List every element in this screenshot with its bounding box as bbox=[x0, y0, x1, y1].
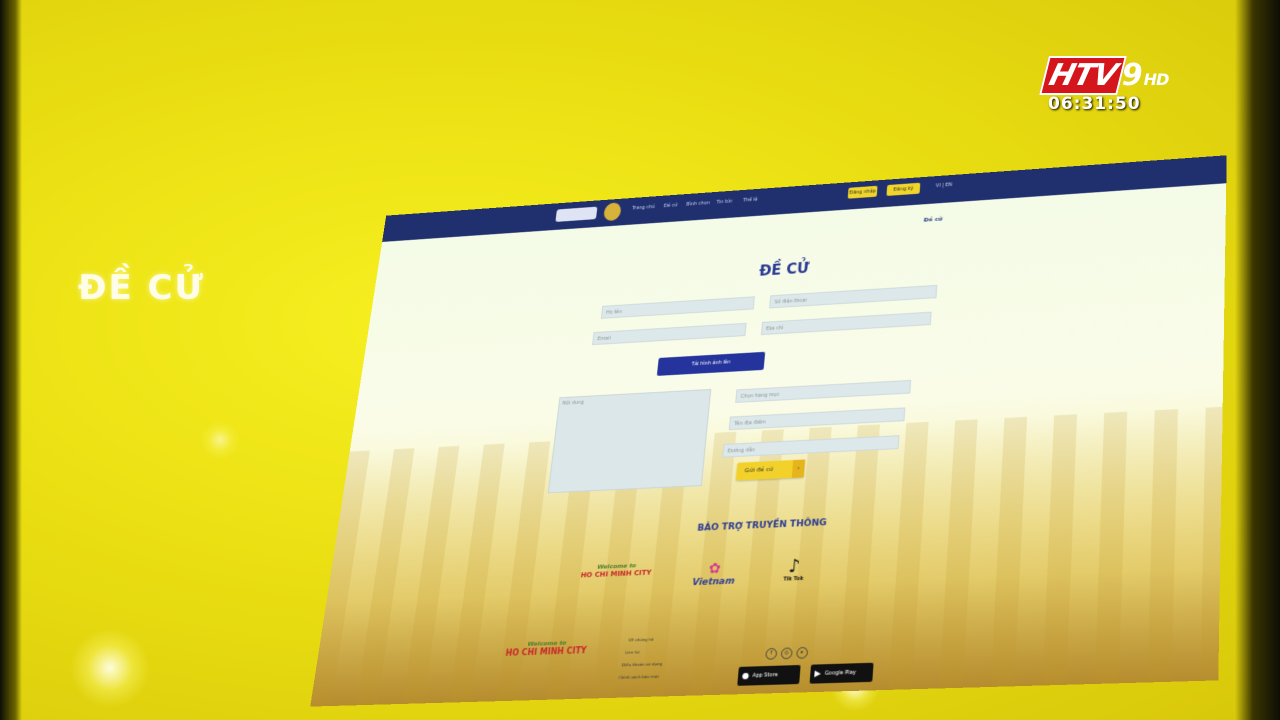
projection-screen: ĐỀ CỬ HTV9 HD 06:31:50 Trang chủ Đề cử Bì… bbox=[0, 0, 1280, 720]
emblem-icon bbox=[603, 202, 622, 222]
app-store-label: App Store bbox=[752, 671, 779, 680]
hcm-city-logo[interactable]: Welcome to HO CHI MINH CITY bbox=[576, 561, 657, 579]
content-textarea[interactable]: Nội dung bbox=[547, 388, 712, 494]
nav-link-rules[interactable]: Thể lệ bbox=[743, 197, 758, 203]
projected-website: Trang chủ Đề cử Bình chọn Tin tức Thể lệ… bbox=[310, 155, 1227, 707]
upload-image-button[interactable]: Tải hình ảnh lên bbox=[656, 351, 766, 376]
section-title: ĐỀ CỬ bbox=[78, 268, 205, 308]
login-button[interactable]: Đăng nhập bbox=[847, 185, 878, 199]
fullname-field[interactable]: Họ tên bbox=[600, 296, 755, 319]
vietnam-tourism-logo[interactable]: ✿ Vietnam bbox=[684, 560, 745, 589]
nav-link-nominate[interactable]: Đề cử bbox=[664, 203, 678, 209]
light-glow bbox=[70, 628, 150, 708]
footer-hcm-logo[interactable]: Welcome to HO CHI MINH CITY bbox=[500, 639, 593, 658]
site-logo[interactable] bbox=[555, 206, 598, 222]
logo-htv: HTV bbox=[1039, 56, 1127, 95]
submit-nomination-button[interactable]: Gửi đề cử › bbox=[735, 459, 806, 481]
language-switch[interactable]: VI | EN bbox=[935, 182, 952, 189]
nav-link-vote[interactable]: Bình chọn bbox=[686, 200, 710, 207]
submit-label: Gửi đề cử bbox=[744, 465, 774, 475]
arrow-right-icon: › bbox=[791, 459, 806, 478]
site-navbar: Trang chủ Đề cử Bình chọn Tin tức Thể lệ… bbox=[382, 155, 1227, 242]
category-select[interactable]: Chọn hạng mục bbox=[735, 379, 912, 403]
phone-field[interactable]: Số điện thoại bbox=[769, 284, 938, 309]
broadcast-clock: 06:31:50 bbox=[1048, 94, 1141, 114]
website-page: Trang chủ Đề cử Bình chọn Tin tức Thể lệ… bbox=[310, 155, 1227, 707]
facebook-icon[interactable]: f bbox=[765, 647, 778, 660]
address-field[interactable]: Địa chỉ bbox=[760, 311, 932, 336]
tiktok-logo[interactable]: ♪ Tik Tok bbox=[773, 555, 816, 583]
social-links: f ◎ ▸ bbox=[765, 637, 813, 660]
right-dark-edge bbox=[1235, 0, 1280, 720]
footer-link-contact[interactable]: Liên hệ bbox=[625, 649, 640, 655]
google-play-button[interactable]: ▶ Google Play bbox=[809, 662, 874, 684]
youtube-icon[interactable]: ▸ bbox=[796, 646, 809, 659]
breadcrumb: Đề cử bbox=[923, 215, 943, 224]
nav-link-news[interactable]: Tin tức bbox=[716, 199, 733, 206]
tiktok-icon: ♪ bbox=[787, 555, 802, 578]
google-play-label: Google Play bbox=[824, 669, 857, 677]
nav-link-home[interactable]: Trang chủ bbox=[632, 204, 655, 211]
instagram-icon[interactable]: ◎ bbox=[780, 647, 793, 660]
register-button[interactable]: Đăng ký bbox=[886, 182, 921, 196]
app-store-button[interactable]: ● App Store bbox=[737, 664, 801, 686]
email-field[interactable]: Email bbox=[592, 322, 747, 346]
apple-icon: ● bbox=[741, 670, 750, 681]
play-icon: ▶ bbox=[814, 668, 822, 679]
light-glow bbox=[200, 420, 240, 460]
logo-hd: HD bbox=[1143, 70, 1170, 89]
footer-link-about[interactable]: Về chúng tôi bbox=[628, 637, 654, 643]
left-dark-edge bbox=[0, 0, 22, 720]
